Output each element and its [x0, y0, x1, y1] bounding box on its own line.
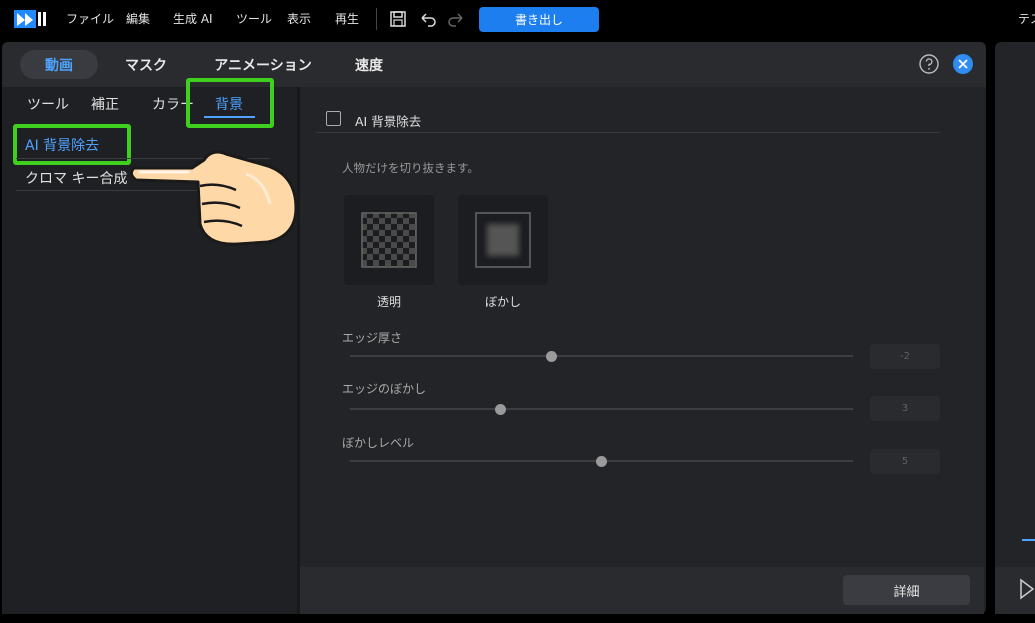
list-item-chroma-key[interactable]: クロマ キー合成	[25, 168, 127, 188]
blur-square-icon	[475, 212, 531, 268]
save-icon[interactable]	[388, 9, 408, 29]
menu-view[interactable]: 表示	[287, 10, 311, 27]
thumbnail-blur-label: ぼかし	[484, 295, 521, 309]
help-icon[interactable]	[918, 53, 940, 75]
preview-timeline-marker	[1022, 539, 1035, 541]
transparent-checker-icon	[361, 212, 417, 268]
pointing-hand-icon	[129, 150, 298, 246]
menu-generative-ai[interactable]: 生成 AI	[173, 10, 213, 27]
thumbnail-blur[interactable]	[458, 195, 548, 285]
slider-edge-thickness-label: エッジ厚さ	[342, 331, 403, 345]
menu-bar: ファイル 編集 生成 AI ツール 表示 再生 書き出し テス	[0, 0, 1035, 38]
tab-mask[interactable]: マスク	[114, 50, 178, 79]
app-logo-icon[interactable]	[14, 9, 48, 29]
tab-video[interactable]: 動画	[20, 50, 98, 79]
tab-animation[interactable]: アニメーション	[208, 50, 318, 79]
slider-edge-thickness[interactable]	[350, 355, 853, 357]
menu-separator	[376, 8, 377, 30]
redo-icon[interactable]	[446, 9, 466, 29]
subtab-correction[interactable]: 補正	[91, 94, 119, 114]
menu-tools[interactable]: ツール	[236, 10, 272, 27]
main-tab-bar: 動画 マスク アニメーション 速度	[2, 42, 986, 87]
play-icon[interactable]	[1019, 578, 1035, 600]
preview-pane	[995, 42, 1035, 614]
undo-icon[interactable]	[418, 9, 438, 29]
top-right-label: テス	[1018, 12, 1035, 26]
thumbnail-transparent-label: 透明	[376, 295, 401, 309]
edge-thickness-value[interactable]: -2	[870, 344, 940, 369]
menu-playback[interactable]: 再生	[335, 10, 359, 27]
checkbox-label: AI 背景除去	[355, 114, 422, 129]
slider-edge-blur[interactable]	[350, 408, 853, 410]
tab-speed[interactable]: 速度	[344, 50, 394, 79]
description-text: 人物だけを切り抜きます。	[342, 161, 479, 175]
subtab-tools[interactable]: ツール	[27, 94, 69, 114]
menu-edit[interactable]: 編集	[126, 10, 150, 27]
menu-file[interactable]: ファイル	[66, 10, 114, 27]
slider-edge-blur-label: エッジのぼかし	[342, 382, 427, 396]
blur-level-value[interactable]: 5	[870, 449, 940, 474]
slider-edge-thickness-knob[interactable]	[545, 351, 557, 362]
highlight-box-background-tab	[186, 78, 274, 128]
details-button[interactable]: 詳細	[843, 575, 970, 605]
slider-blur-level-label: ぼかしレベル	[342, 436, 415, 450]
thumbnail-transparent[interactable]	[344, 195, 434, 285]
close-icon[interactable]	[952, 53, 974, 75]
section-divider	[316, 132, 940, 133]
edge-blur-value[interactable]: 3	[870, 396, 940, 421]
ai-background-removal-checkbox[interactable]	[326, 111, 341, 126]
slider-blur-level-knob[interactable]	[596, 456, 607, 467]
pane-divider	[297, 87, 300, 614]
export-button[interactable]: 書き出し	[479, 7, 599, 32]
